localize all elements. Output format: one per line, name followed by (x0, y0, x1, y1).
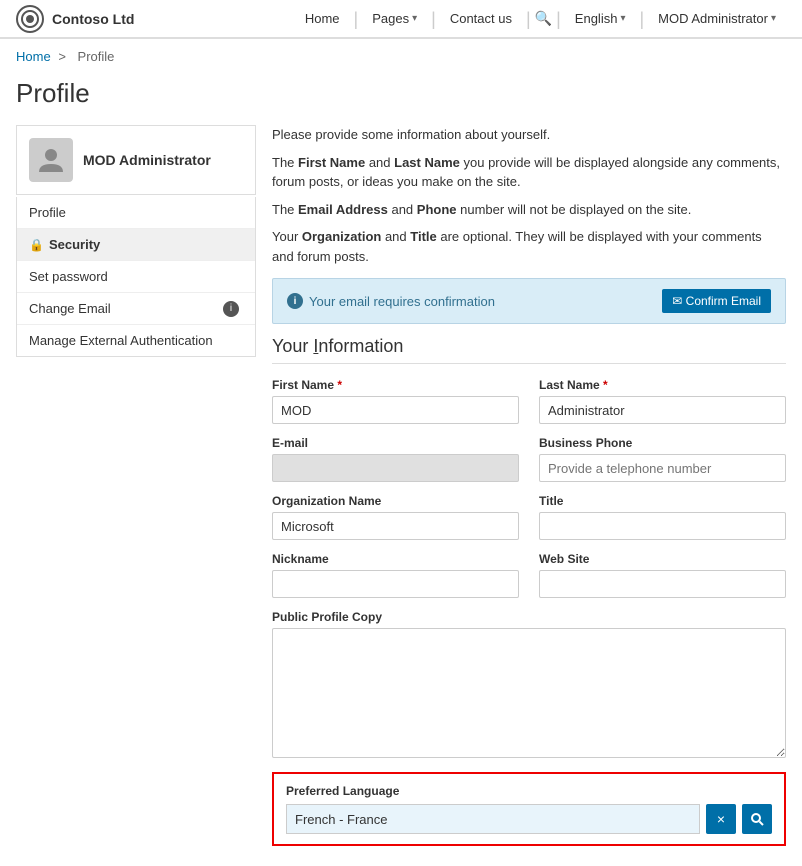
banner-message: Your email requires confirmation (309, 294, 495, 309)
profile-copy-textarea[interactable] (272, 628, 786, 758)
sidebar-section-security: 🔒 Security (17, 229, 255, 261)
website-label: Web Site (539, 552, 786, 566)
website-input[interactable] (539, 570, 786, 598)
nav-sep-2: | (431, 0, 436, 38)
sidebar-item-profile[interactable]: Profile (17, 197, 255, 229)
top-nav: Contoso Ltd Home | Pages ▾ | Contact us … (0, 0, 802, 39)
banner-text: i Your email requires confirmation (287, 293, 495, 309)
confirm-email-button[interactable]: ✉ Confirm Email (662, 289, 771, 313)
nav-pages[interactable]: Pages ▾ (362, 0, 427, 38)
page-title: Profile (0, 70, 802, 125)
business-phone-label: Business Phone (539, 436, 786, 450)
language-caret: ▾ (620, 0, 625, 38)
main-layout: MOD Administrator Profile 🔒 Security Set… (0, 125, 802, 866)
title-field: Title (539, 494, 786, 540)
nav-contact[interactable]: Contact us (440, 0, 522, 38)
preferred-language-label: Preferred Language (286, 784, 772, 798)
first-name-label: First Name * (272, 378, 519, 392)
security-label: Security (49, 237, 100, 252)
sidebar-item-set-password[interactable]: Set password (17, 261, 255, 293)
nav-home[interactable]: Home (295, 0, 350, 38)
intro-line-1: Please provide some information about yo… (272, 125, 786, 145)
intro-line-4: Your Organization and Title are optional… (272, 227, 786, 266)
business-phone-field: Business Phone (539, 436, 786, 482)
last-name-required: * (603, 378, 608, 392)
intro-line-2: The First Name and Last Name you provide… (272, 153, 786, 192)
nav-sep-1: | (354, 0, 359, 38)
preferred-language-input-row: × (286, 804, 772, 834)
search-icon[interactable]: 🔍 (535, 10, 552, 27)
preferred-language-clear-button[interactable]: × (706, 804, 736, 834)
business-phone-input[interactable] (539, 454, 786, 482)
last-name-input[interactable] (539, 396, 786, 424)
sidebar-item-manage-ext-auth[interactable]: Manage External Authentication (17, 325, 255, 356)
nickname-field: Nickname (272, 552, 519, 598)
breadcrumb-current: Profile (78, 49, 115, 64)
nav-sep-4: | (556, 0, 561, 38)
profile-copy-field: Public Profile Copy (272, 610, 786, 758)
breadcrumb-home[interactable]: Home (16, 49, 51, 64)
form-grid: First Name * Last Name * E-mail Busin (272, 378, 786, 758)
sidebar-menu: Profile 🔒 Security Set password Change E… (16, 197, 256, 357)
preferred-language-search-button[interactable] (742, 804, 772, 834)
nav-sep-5: | (639, 0, 644, 38)
breadcrumb-separator: > (58, 49, 66, 64)
profile-copy-label: Public Profile Copy (272, 610, 786, 624)
change-email-info-icon[interactable]: i (223, 301, 239, 317)
nav-language[interactable]: English ▾ (565, 0, 636, 38)
nickname-label: Nickname (272, 552, 519, 566)
nav-user[interactable]: MOD Administrator ▾ (648, 0, 786, 38)
sidebar: MOD Administrator Profile 🔒 Security Set… (16, 125, 256, 846)
preferred-language-section: Preferred Language × (272, 772, 786, 846)
avatar-name: MOD Administrator (83, 152, 211, 168)
email-blurred-display (272, 454, 519, 482)
nav-links: Home | Pages ▾ | Contact us | 🔍 | (295, 0, 786, 38)
org-name-input[interactable] (272, 512, 519, 540)
first-name-field: First Name * (272, 378, 519, 424)
last-name-label: Last Name * (539, 378, 786, 392)
site-name: Contoso Ltd (52, 11, 134, 27)
breadcrumb: Home > Profile (0, 39, 802, 70)
first-name-input[interactable] (272, 396, 519, 424)
nav-sep-3: | (526, 0, 531, 38)
content: Please provide some information about yo… (272, 125, 786, 846)
website-field: Web Site (539, 552, 786, 598)
user-caret: ▾ (771, 0, 776, 38)
banner-info-icon: i (287, 293, 303, 309)
email-confirmation-banner: i Your email requires confirmation ✉ Con… (272, 278, 786, 324)
nickname-input[interactable] (272, 570, 519, 598)
email-field: E-mail (272, 436, 519, 482)
email-label: E-mail (272, 436, 519, 450)
title-input[interactable] (539, 512, 786, 540)
last-name-field: Last Name * (539, 378, 786, 424)
sidebar-item-change-email[interactable]: Change Email i (17, 293, 255, 325)
lock-icon: 🔒 (29, 238, 44, 252)
title-label: Title (539, 494, 786, 508)
org-name-field: Organization Name (272, 494, 519, 540)
first-name-required: * (337, 378, 342, 392)
sidebar-avatar-box: MOD Administrator (16, 125, 256, 195)
logo-icon (16, 5, 44, 33)
preferred-language-input[interactable] (286, 804, 700, 834)
your-information-title: Your Information (272, 336, 786, 364)
org-name-label: Organization Name (272, 494, 519, 508)
pages-caret: ▾ (412, 0, 417, 38)
site-logo[interactable]: Contoso Ltd (16, 5, 134, 33)
intro-line-3: The Email Address and Phone number will … (272, 200, 786, 220)
avatar (29, 138, 73, 182)
